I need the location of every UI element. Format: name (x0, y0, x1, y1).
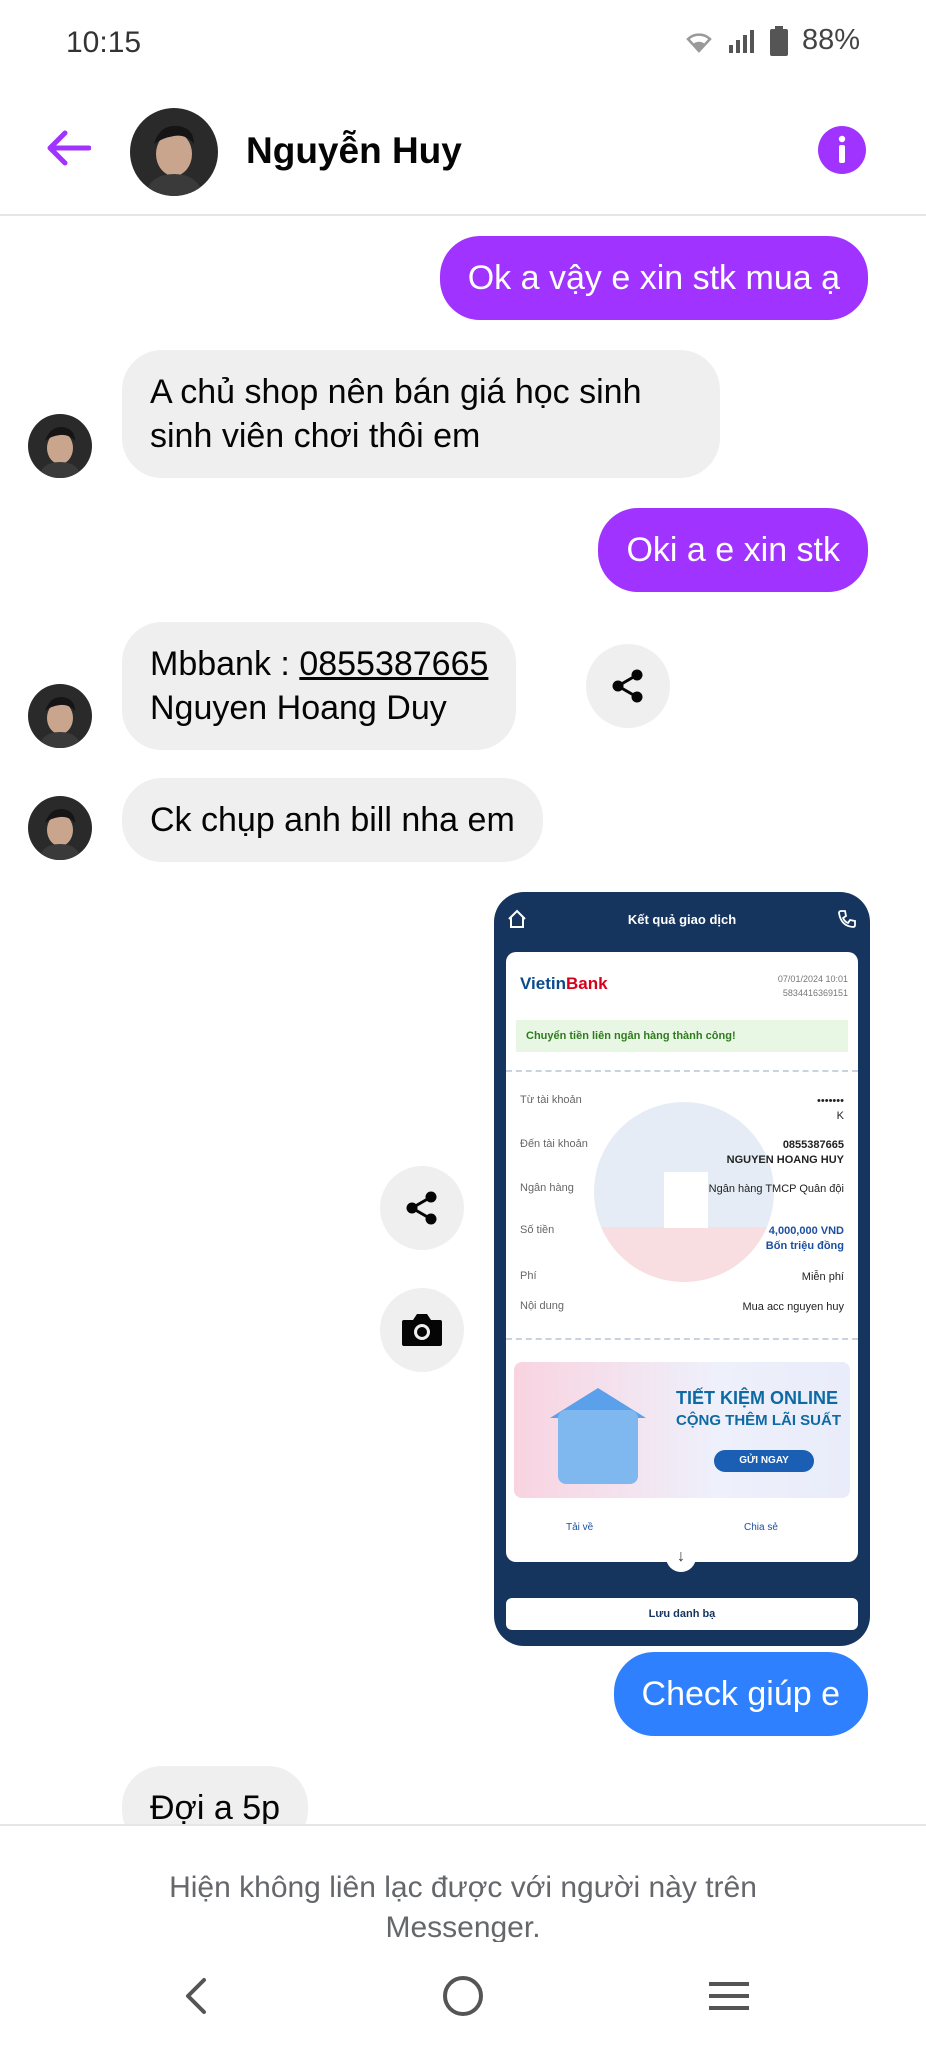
battery-icon (769, 25, 788, 56)
wifi-icon (686, 32, 712, 53)
nav-home-button[interactable] (428, 1966, 498, 2026)
receipt-datetime: 07/01/2024 10:01 5834416369151 (777, 974, 848, 998)
receipt-row: Nội dung Mua acc nguyen huy (520, 1300, 844, 1313)
account-number-link[interactable]: 0855387665 (299, 645, 488, 683)
share-icon (406, 1191, 437, 1225)
info-icon (838, 135, 846, 163)
receipt-row: Đến tài khoản 0855387665 NGUYEN HOANG HU… (520, 1138, 844, 1166)
contact-avatar-small (28, 414, 92, 478)
receipt-row: Phí Miễn phí (520, 1270, 844, 1283)
back-button[interactable] (38, 118, 98, 178)
nav-recents-icon (709, 1982, 749, 2010)
download-action: Tải về (566, 1522, 594, 1533)
share-image-button[interactable] (380, 1166, 464, 1250)
account-holder: Nguyen Hoang Duy (150, 689, 447, 727)
nav-home-icon (443, 1976, 483, 2016)
divider (506, 1338, 858, 1340)
savings-promo-banner: TIẾT KIỆM ONLINE CỘNG THÊM LÃI SUẤT GỬI … (514, 1362, 850, 1498)
cannot-reply-notice: Hiện không liên lạc được với người này t… (0, 1824, 926, 1944)
contact-avatar-small (28, 684, 92, 748)
incoming-message[interactable]: Mbbank : 0855387665 Nguyen Hoang Duy (122, 622, 517, 750)
house-illustration (558, 1410, 638, 1484)
cannot-reply-text: Hiện không liên lạc được với người này t… (169, 1871, 757, 1944)
camera-icon (402, 1314, 442, 1346)
contact-avatar[interactable] (130, 108, 218, 196)
receipt-row: Số tiền 4,000,000 VND Bốn triệu đồng (520, 1224, 844, 1252)
transaction-receipt-image[interactable]: Kết quả giao dịch VietinBank 07/01/2024 … (494, 892, 870, 1646)
save-contact-button: Lưu danh bạ (506, 1598, 858, 1630)
share-icon (612, 669, 643, 703)
messenger-screen: 10:15 88% Nguyễn Huy Ok a vậy e xin stk … (0, 0, 926, 2048)
nav-back-button[interactable] (160, 1966, 230, 2026)
contact-avatar-small (28, 796, 92, 860)
receipt-card: VietinBank 07/01/2024 10:01 583441636915… (506, 952, 858, 1562)
system-nav-bar (0, 1942, 926, 2048)
status-bar: 10:15 88% (0, 0, 926, 88)
vietinbank-logo: VietinBank (520, 974, 608, 993)
battery-percent: 88% (801, 24, 860, 56)
scroll-down-icon: ↓ (666, 1542, 696, 1572)
signal-icon (728, 29, 754, 53)
incoming-message[interactable]: Ck chụp anh bill nha em (122, 778, 543, 862)
status-icons: 88% (684, 24, 860, 57)
info-button[interactable] (818, 126, 866, 174)
incoming-message[interactable]: A chủ shop nên bán giá học sinh sinh viê… (122, 350, 720, 478)
nav-back-icon (186, 1978, 206, 2014)
receipt-title: Kết quả giao dịch (627, 912, 737, 927)
send-now-button: GỬI NGAY (714, 1450, 814, 1472)
phone-icon (838, 910, 856, 928)
share-button[interactable] (586, 644, 670, 728)
receipt-row: Ngân hàng Ngân hàng TMCP Quân đội (520, 1182, 844, 1195)
outgoing-message[interactable]: Ok a vậy e xin stk mua ạ (439, 236, 868, 320)
status-time: 10:15 (66, 26, 142, 59)
nav-recents-button[interactable] (694, 1966, 764, 2026)
outgoing-message[interactable]: Check giúp e (613, 1652, 868, 1736)
receipt-row: Từ tài khoản ••••••• K (520, 1094, 844, 1122)
back-arrow-icon (47, 130, 91, 166)
outgoing-message[interactable]: Oki a e xin stk (598, 508, 868, 592)
bank-label: Mbbank : (150, 645, 300, 683)
share-action: Chia sẻ (744, 1522, 778, 1533)
camera-button[interactable] (380, 1288, 464, 1372)
conversation-header: Nguyễn Huy (0, 88, 926, 216)
home-icon (508, 909, 526, 928)
contact-name[interactable]: Nguyễn Huy (246, 130, 462, 172)
success-banner: Chuyển tiền liên ngân hàng thành công! (516, 1020, 848, 1052)
divider (506, 1070, 858, 1072)
